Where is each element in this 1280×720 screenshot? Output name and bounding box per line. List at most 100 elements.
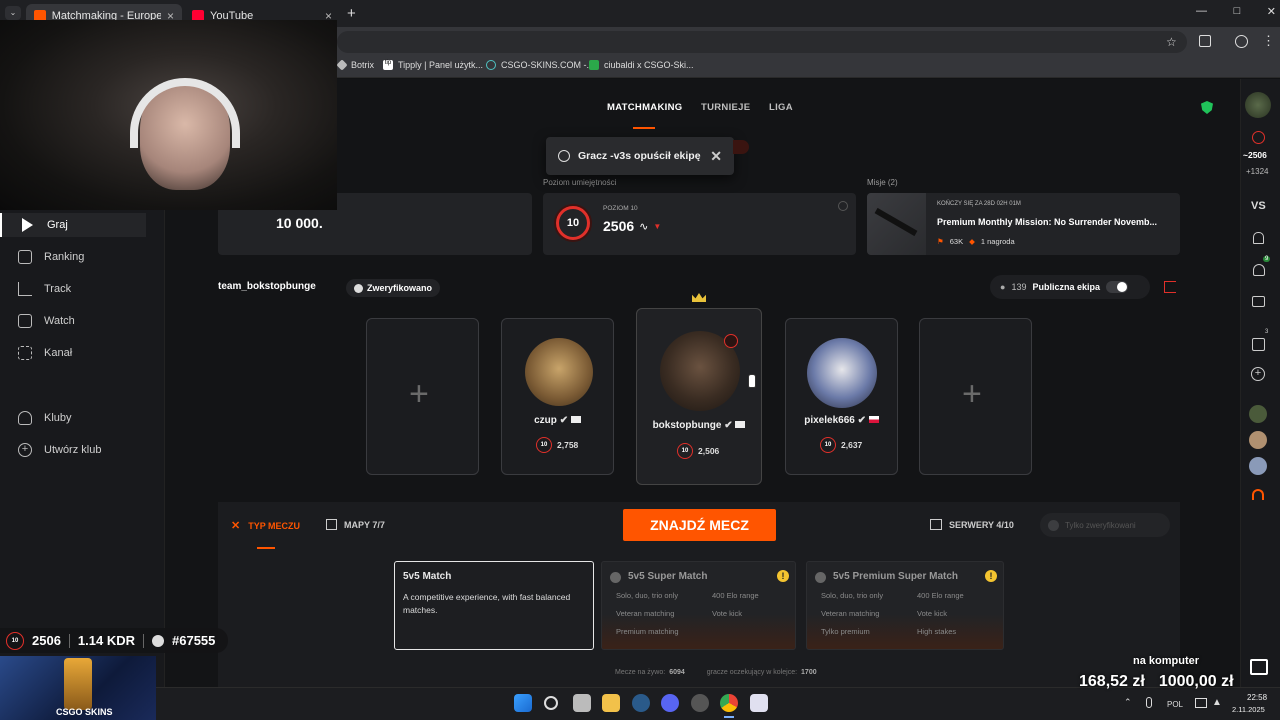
skill-level-card[interactable]: 10 POZIOM 10 2506 ∿ ▼ [543,193,856,255]
add-circle-icon[interactable]: + [1251,367,1265,381]
profile-icon[interactable] [1235,35,1248,48]
country-flag-icon [570,416,581,423]
sidebar-item-kanal[interactable]: Kanał [18,346,72,360]
sidebar-item-track[interactable]: Track [18,282,71,296]
bookmark-botrix[interactable]: Botrix [336,59,374,71]
info-icon [558,150,570,162]
app-icon[interactable] [691,694,709,712]
rail-elo: ~2506 [1243,150,1267,160]
player-card-pixelek666[interactable]: pixelek666 ✔ 10 2,637 [785,318,898,475]
bookmark-csgo-skins[interactable]: CSGO-SKINS.COM -... [486,60,594,70]
network-icon[interactable] [1195,698,1207,708]
match-type-5v5[interactable]: 5v5 Match A competitive experience, with… [394,561,594,650]
steam-icon[interactable] [632,694,650,712]
player-card-bokstopbunge[interactable]: bokstopbunge ✔ 10 2,506 [636,308,762,485]
user-avatar[interactable] [1245,92,1271,118]
tray-up-icon[interactable]: ⌃ [1124,697,1132,708]
verified-only-toggle[interactable]: Tylko zweryfikowani [1040,513,1170,537]
verified-check-icon: ✔ [857,415,866,426]
browser-menu-icon[interactable]: ⋮ [1262,33,1275,49]
overlay-elo: 2506 [32,633,61,648]
tab-match-type[interactable]: ✕ TYP MECZU [231,519,300,532]
sidebar-item-watch[interactable]: Watch [18,314,75,328]
empty-slot-right[interactable]: + [919,318,1032,475]
verified-check-icon: ✔ [724,420,733,431]
obs-icon[interactable] [750,694,768,712]
feature-item: Vote kick [917,609,948,618]
balance-value: 10 000. [276,215,323,231]
chat-icon[interactable] [1252,296,1265,307]
toast-message: Gracz -v3s opuścił ekipę [578,150,701,162]
rail-vs[interactable]: VS [1251,200,1266,212]
nav-matchmaking[interactable]: MATCHMAKING [607,102,682,113]
friend-avatar[interactable] [1249,431,1267,449]
bookmark-tipply[interactable]: tip Tipply | Panel użytk... [383,60,483,70]
minimize-icon[interactable]: — [1196,5,1207,18]
sidebar-item-graj[interactable]: Graj [18,218,68,232]
add-player-icon[interactable]: + [962,375,982,414]
public-team-toggle[interactable] [1106,281,1128,293]
volume-icon[interactable]: ▲ [1212,697,1222,708]
extensions-icon[interactable] [1199,35,1211,47]
level-badge-icon: 10 [6,631,24,650]
match-type-premium-super[interactable]: ! 5v5 Premium Super Match Solo, duo, tri… [806,561,1004,650]
party-icon[interactable] [1252,338,1265,351]
verified-check-icon [1048,519,1059,531]
friend-avatar[interactable] [1249,405,1267,423]
friends-icon[interactable] [1253,264,1265,276]
sidebar-item-utworz-klub[interactable]: + Utwórz klub [18,443,101,457]
file-explorer-icon[interactable] [602,694,620,712]
mission-name: Premium Monthly Mission: No Surrender No… [937,217,1158,227]
window-controls[interactable]: — □ ✕ [1196,5,1276,18]
empty-slot-left[interactable]: + [366,318,479,475]
nav-liga[interactable]: LIGA [769,102,793,113]
leave-team-icon[interactable] [1164,281,1176,293]
sidebar-item-ranking[interactable]: Ranking [18,250,84,264]
tab-list-chevron[interactable]: ⌄ [5,6,21,20]
level-badge-icon: 10 [820,437,836,453]
windows-start-icon[interactable] [514,694,532,712]
queue-stats: Mecze na żywo: 6094 gracze oczekujący w k… [615,669,817,676]
address-bar[interactable] [337,31,1187,53]
microphone-icon[interactable] [1146,697,1152,708]
mission-card[interactable]: KOŃCZY SIĘ ZA 28D 02H 01M Premium Monthl… [867,193,1180,255]
sidebar-item-kluby[interactable]: Kluby [18,411,72,425]
chrome-icon[interactable] [720,694,738,712]
maximize-icon[interactable]: □ [1234,5,1241,18]
bookmark-star-icon[interactable]: ☆ [1166,35,1177,49]
goal-current: 168,52 zł [1079,673,1145,690]
skill-level-label: POZIOM 10 [603,205,638,212]
divider [143,633,144,648]
add-player-icon[interactable]: + [409,375,429,414]
match-type-super[interactable]: ! 5v5 Super Match Solo, duo, trio only 4… [601,561,796,650]
skill-card-title: Poziom umiejętności [543,178,617,187]
notifications-bell-icon[interactable] [1253,232,1264,244]
divider [68,633,70,648]
servers-selector[interactable]: SERWERY 4/10 [930,519,1014,530]
bookmark-ciubaldi[interactable]: ciubaldi x CSGO-Ski... [589,60,694,70]
info-icon[interactable] [838,201,848,211]
tray-language[interactable]: POL [1167,700,1183,709]
country-flag-poland-icon [868,416,879,423]
friend-avatar[interactable] [1249,457,1267,475]
team-count: 139 [1011,282,1027,292]
trend-icon: ∿ [639,220,649,233]
close-icon[interactable]: ✕ [710,148,722,165]
tab-maps[interactable]: MAPY 7/7 [326,519,385,530]
discord-icon[interactable] [661,694,679,712]
nav-turnieje[interactable]: TURNIEJE [701,102,750,113]
close-window-icon[interactable]: ✕ [1267,5,1276,18]
chevron-down-icon: ▼ [653,221,662,231]
public-team-control[interactable]: ● 139 Publiczna ekipa [990,275,1150,299]
tray-time[interactable]: 22:58 [1247,693,1267,702]
tray-date[interactable]: 2.11.2025 [1232,705,1265,714]
search-icon[interactable] [544,696,558,710]
find-match-button[interactable]: ZNAJDŹ MECZ [623,509,776,541]
map-icon [326,519,337,530]
sidebar-item-label: Ranking [44,251,85,263]
new-tab-button[interactable]: + [347,5,356,22]
headset-icon[interactable] [1252,489,1264,500]
player-card-czup[interactable]: czup ✔ 10 2,758 [501,318,614,475]
party-leader-badge-icon [724,334,738,348]
widgets-icon[interactable] [573,694,591,712]
